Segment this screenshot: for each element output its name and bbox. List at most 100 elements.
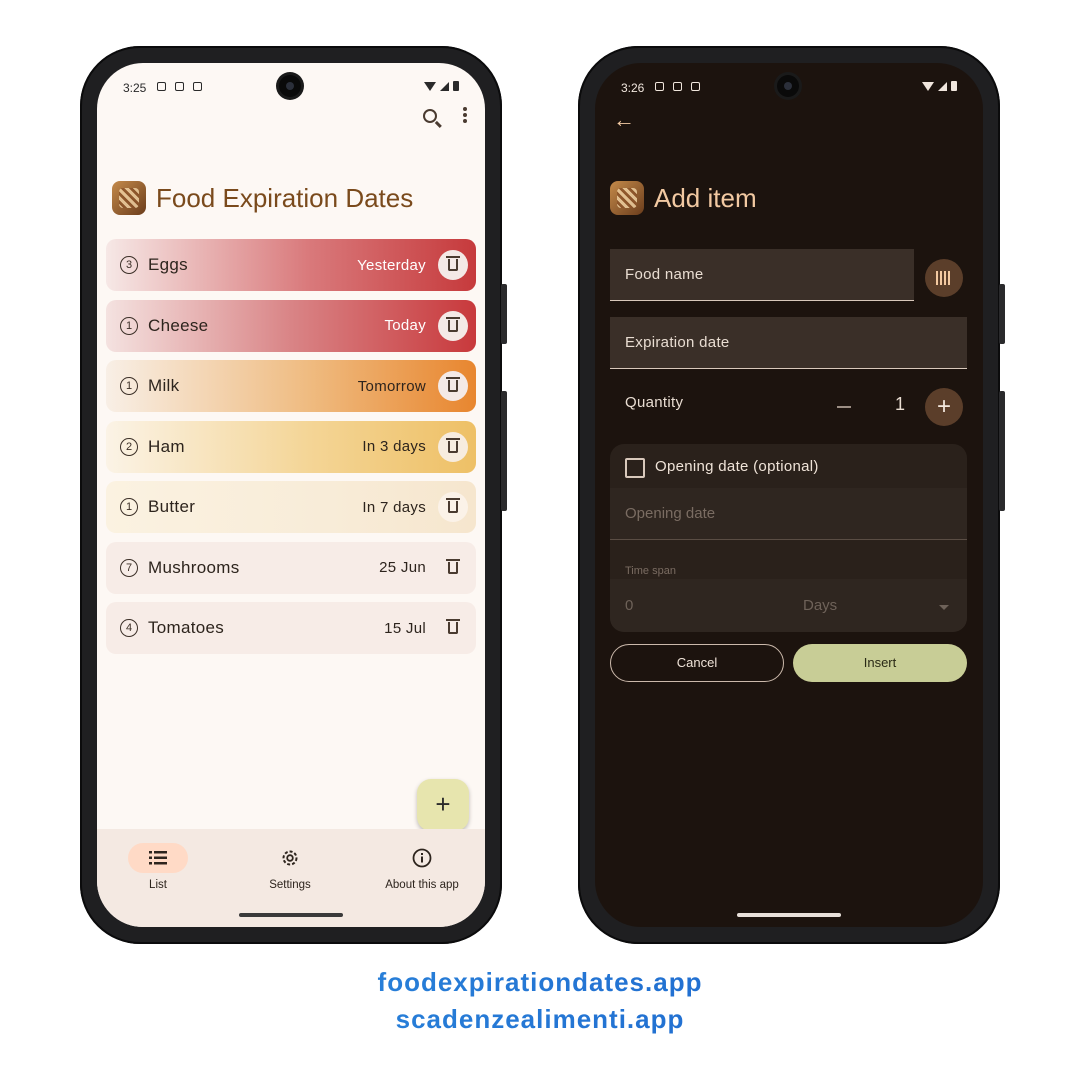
trash-icon <box>448 622 458 634</box>
power-button <box>999 284 1005 344</box>
expiration-date-field[interactable]: Expiration date <box>610 317 967 369</box>
notification-icon <box>655 82 664 91</box>
decrement-button[interactable] <box>837 406 851 408</box>
list-item[interactable]: 1 Cheese Today <box>106 299 476 352</box>
notification-icon <box>157 82 166 91</box>
url-italian[interactable]: scadenzealimenti.app <box>0 1001 1080 1038</box>
battery-icon <box>951 81 957 91</box>
top-actions <box>423 107 467 123</box>
increment-button[interactable]: + <box>925 388 963 426</box>
delete-button[interactable] <box>438 613 468 643</box>
search-icon[interactable] <box>423 109 437 123</box>
dropdown-arrow-icon[interactable] <box>939 605 949 610</box>
add-item-fab[interactable]: + <box>417 779 469 831</box>
volume-button <box>501 391 507 511</box>
battery-icon <box>453 81 459 91</box>
sd-icon <box>673 82 682 91</box>
item-name: Eggs <box>148 255 188 274</box>
nav-list-label: List <box>149 879 167 891</box>
back-arrow-icon[interactable]: ← <box>613 107 635 133</box>
delete-button[interactable] <box>438 431 468 462</box>
trash-lid <box>446 316 460 319</box>
status-right <box>424 81 459 91</box>
delete-button[interactable] <box>438 250 468 280</box>
trash-icon <box>448 440 458 453</box>
item-name: Ham <box>148 436 185 456</box>
food-list: 3 Eggs Yesterday 1 Cheese Today 1 Milk Tomorrow 2… <box>106 239 476 663</box>
trash-icon <box>448 380 458 392</box>
list-item[interactable]: 4 Tomatoes 15 Jul <box>106 602 476 654</box>
phone-right: 3:26 ← Add item Food name Expiration dat… <box>578 46 1005 944</box>
url-english[interactable]: foodexpirationdates.app <box>0 964 1080 1001</box>
trash-lid <box>446 437 460 440</box>
delete-button[interactable] <box>438 310 468 341</box>
quantity-badge: 3 <box>120 256 138 274</box>
quantity-badge: 1 <box>120 377 138 395</box>
signal-icon <box>938 81 947 91</box>
list-item[interactable]: 7 Mushrooms 25 Jun <box>106 541 476 594</box>
item-name: Milk <box>148 376 180 395</box>
trash-icon <box>448 501 458 513</box>
opening-date-field[interactable]: Opening date <box>610 488 967 540</box>
time-span-input[interactable]: 0 <box>625 597 633 614</box>
time-span-row: 0 Days <box>610 579 967 632</box>
volume-button <box>999 391 1005 511</box>
list-icon <box>128 843 188 873</box>
quantity-badge: 1 <box>120 498 138 516</box>
trash-lid <box>446 377 460 379</box>
list-item[interactable]: 3 Eggs Yesterday <box>106 239 476 291</box>
expiration-text: Tomorrow <box>357 377 426 395</box>
nav-settings[interactable]: Settings <box>235 843 345 891</box>
time-span-unit-select[interactable]: Days <box>803 597 837 614</box>
expiration-text: In 7 days <box>362 498 426 516</box>
delete-button[interactable] <box>438 553 468 583</box>
a-icon <box>691 82 700 91</box>
trash-lid <box>446 256 460 258</box>
status-time: 3:26 <box>621 81 645 95</box>
wifi-icon <box>424 81 436 91</box>
gesture-bar <box>737 913 841 917</box>
cancel-button[interactable]: Cancel <box>610 644 784 682</box>
app-title: Food Expiration Dates <box>156 182 414 213</box>
quantity-value: 1 <box>895 394 906 414</box>
quantity-badge: 4 <box>120 619 138 637</box>
app-logo-icon <box>112 181 146 215</box>
power-button <box>501 284 507 344</box>
more-vert-icon[interactable] <box>463 107 467 111</box>
app-title-row: Food Expiration Dates <box>112 181 413 215</box>
status-bar: 3:26 <box>621 79 957 97</box>
trash-icon <box>448 561 458 574</box>
barcode-icon <box>936 271 952 285</box>
list-item[interactable]: 1 Butter In 7 days <box>106 481 476 533</box>
wifi-icon <box>922 81 934 91</box>
list-item[interactable]: 2 Ham In 3 days <box>106 420 476 473</box>
delete-button[interactable] <box>438 371 468 401</box>
screen-add-item: 3:26 ← Add item Food name Expiration dat… <box>595 63 983 927</box>
opening-date-checkbox-label: Opening date (optional) <box>655 458 819 475</box>
info-icon <box>392 843 452 873</box>
nav-about-label: About this app <box>385 879 459 891</box>
opening-date-checkbox[interactable] <box>625 458 645 478</box>
trash-icon <box>448 319 458 332</box>
nav-list[interactable]: List <box>103 843 213 891</box>
item-name: Tomatoes <box>148 618 225 637</box>
trash-icon <box>448 259 458 271</box>
status-bar: 3:25 <box>123 79 459 97</box>
food-name-field[interactable]: Food name <box>610 249 914 301</box>
item-name: Mushrooms <box>148 557 240 577</box>
quantity-label: Quantity <box>625 394 684 411</box>
list-item[interactable]: 1 Milk Tomorrow <box>106 360 476 412</box>
barcode-scan-button[interactable] <box>925 259 963 297</box>
expiration-text: Yesterday <box>357 256 426 274</box>
signal-icon <box>440 81 449 91</box>
time-span-label: Time span <box>625 565 676 577</box>
insert-button[interactable]: Insert <box>793 644 967 682</box>
quantity-badge: 7 <box>120 558 138 577</box>
nav-about[interactable]: About this app <box>367 843 477 891</box>
item-name: Butter <box>148 497 196 516</box>
status-right <box>922 81 957 91</box>
trash-lid <box>446 558 460 561</box>
sd-icon <box>175 82 184 91</box>
expiration-text: 25 Jun <box>379 559 426 576</box>
delete-button[interactable] <box>438 492 468 522</box>
